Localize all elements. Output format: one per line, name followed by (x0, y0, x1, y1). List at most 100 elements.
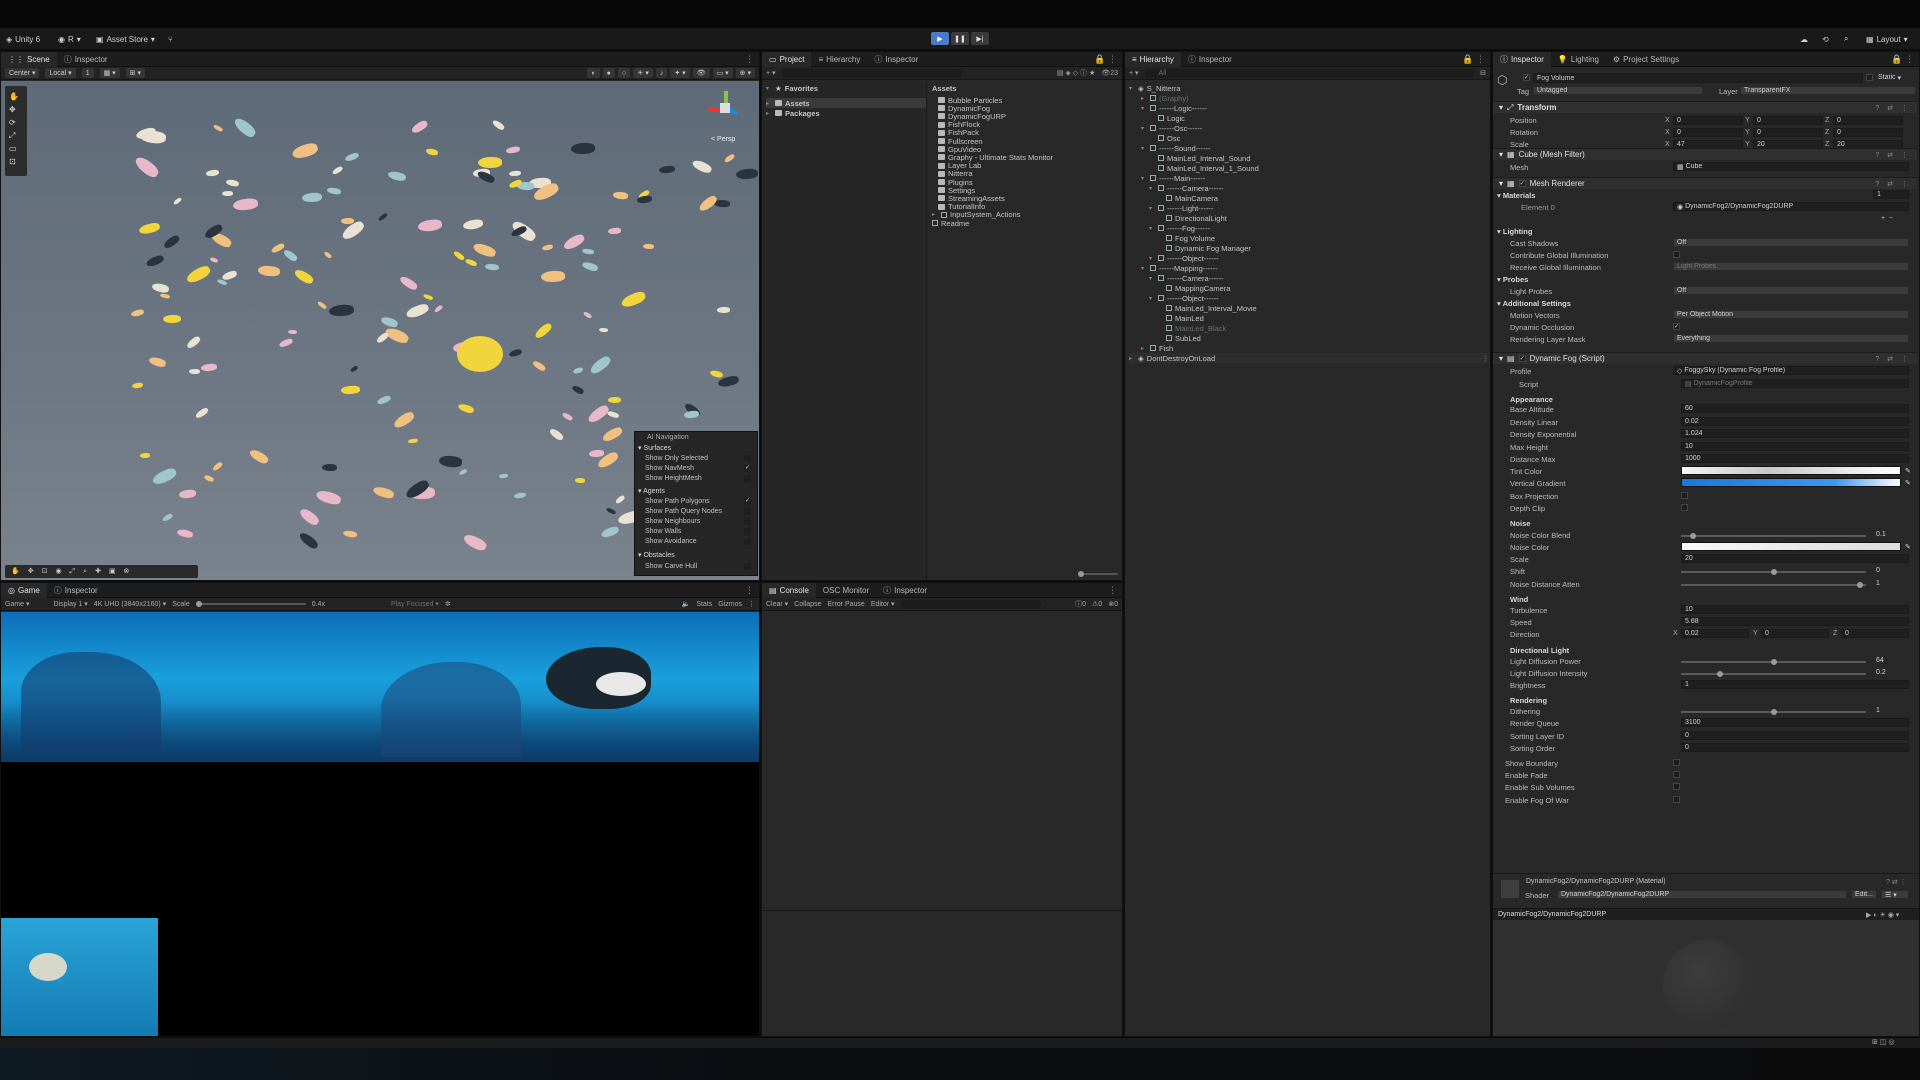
depth-clip-checkbox[interactable] (1681, 504, 1688, 511)
show-path-query-nodes-checkbox[interactable] (744, 508, 751, 515)
transform-position-z-field[interactable]: 0 (1833, 116, 1903, 125)
surfaces-header[interactable]: ▾ Surfaces (638, 444, 671, 452)
more-icon[interactable]: 🔒 ⋮ (1089, 54, 1122, 65)
density-linear-field[interactable]: 0.02 (1681, 417, 1909, 426)
shift-value[interactable]: 0 (1873, 566, 1880, 575)
box-proj-checkbox[interactable] (1681, 492, 1688, 499)
hierarchy-row[interactable]: MainLed_Black (1157, 323, 1226, 333)
turbulence-field[interactable]: 10 (1681, 605, 1909, 614)
direction-x-field[interactable]: 0.02 (1681, 629, 1749, 638)
hierarchy-row[interactable]: ▾ ------Mapping------ (1141, 263, 1218, 273)
game-mode-dropdown[interactable]: Game ▾ (5, 600, 30, 608)
lighting-toggle[interactable]: ☀ ▾ (633, 68, 653, 78)
shader-options-dropdown[interactable]: ☰ ▾ (1881, 890, 1909, 899)
shader-edit-button[interactable]: Edit... (1851, 890, 1877, 899)
overlay-toolbar[interactable]: ✋✥⊡◉⤢⌕✚▣⊗ (5, 565, 198, 578)
transform-position-x-field[interactable]: 0 (1673, 116, 1743, 125)
tab-inspector[interactable]: ⓘ Inspector (47, 583, 105, 598)
enable-fow-checkbox[interactable] (1673, 796, 1680, 803)
favorites-row[interactable]: ▾ ★ Favorites (766, 83, 818, 93)
slider-knob[interactable] (1771, 709, 1777, 715)
dynamic-fog-header[interactable]: ▾ ▤ ✓ Dynamic Fog (Script)? ⇄ ⋮ (1493, 352, 1917, 364)
object-name-field[interactable]: Fog Volume (1533, 73, 1863, 83)
audio-icon[interactable]: 🔈 (682, 600, 691, 608)
play-focused-dropdown[interactable]: Play Focused ▾ (391, 600, 439, 608)
hierarchy-row[interactable]: ▸ (Graphy) (1141, 93, 1189, 103)
show-walls[interactable]: Show Walls (645, 528, 681, 535)
tab-inspector[interactable]: ⓘ Inspector (57, 52, 115, 67)
preview-header[interactable]: DynamicFog2/DynamicFog2DURP ▶ ◐ ☀ ◉ ▾ (1493, 908, 1919, 920)
materials-count[interactable]: 1 (1873, 190, 1909, 199)
hierarchy-row[interactable]: MainLed_Interval_1_Sound (1149, 163, 1259, 173)
direction-y-field[interactable]: 0 (1761, 629, 1829, 638)
slider-knob[interactable] (1857, 582, 1864, 588)
show-only-selected[interactable]: Show Only Selected (645, 455, 708, 462)
draw-mode-button[interactable]: ◐ (587, 68, 600, 78)
shading-button[interactable]: ● (602, 68, 615, 78)
show-path-polygons[interactable]: Show Path Polygons (645, 498, 710, 505)
hierarchy-row[interactable]: ▾ ------Osc------ (1141, 123, 1202, 133)
game-viewport[interactable] (1, 612, 759, 1036)
enable-sub-checkbox[interactable] (1673, 783, 1680, 790)
additional-settings-foldout[interactable]: ▾ Additional Settings (1497, 299, 1571, 308)
static-checkbox[interactable] (1866, 74, 1873, 81)
settings-icon[interactable]: ✲ (445, 600, 451, 608)
show-path-polygons-checkbox[interactable]: ✓ (744, 498, 751, 505)
noise-atten-value[interactable]: 1 (1873, 579, 1880, 588)
tab-lighting[interactable]: 💡 Lighting (1551, 52, 1606, 67)
error-pause-button[interactable]: Error Pause (827, 601, 864, 608)
distance-max-field[interactable]: 1000 (1681, 454, 1909, 463)
search-input[interactable] (781, 68, 962, 78)
step-button[interactable]: ▶| (971, 32, 989, 45)
brightness-field[interactable]: 1 (1681, 680, 1909, 689)
noise-color-color-swatch[interactable] (1681, 542, 1901, 551)
account-button[interactable]: ◉ R ▾ (58, 28, 81, 50)
clear-button[interactable]: Clear ▾ (766, 600, 788, 608)
hierarchy-search-input[interactable]: All (1144, 68, 1475, 78)
mesh-field[interactable]: ▦ Cube (1673, 162, 1909, 171)
hierarchy-row[interactable]: Osc (1149, 133, 1180, 143)
mesh-renderer-enabled[interactable]: ✓ (1518, 180, 1526, 187)
gizmos-button[interactable]: Gizmos (718, 601, 742, 608)
noise-blend-slider[interactable] (1681, 533, 1866, 539)
agents-header[interactable]: ▾ Agents (638, 487, 665, 495)
projection-label[interactable]: < Persp (711, 136, 735, 143)
hierarchy-row[interactable]: SubLed (1157, 333, 1201, 343)
density-exp-field[interactable]: 1.024 (1681, 429, 1909, 438)
2d-button[interactable]: ○ (617, 68, 631, 78)
dithering-value[interactable]: 1 (1873, 706, 1880, 715)
rendering-layer-dropdown[interactable]: Everything (1673, 334, 1909, 343)
show-heightmesh[interactable]: Show HeightMesh (645, 475, 702, 482)
eyedropper-icon[interactable]: ✎ (1902, 466, 1911, 475)
show-navmesh-checkbox[interactable]: ✓ (744, 465, 751, 472)
transform-header[interactable]: ▾ ⤢ Transform? ⇄ ⋮ (1493, 101, 1917, 113)
tab-game[interactable]: ◎ Game (1, 583, 47, 598)
snap-button[interactable]: ⊞ ▾ (125, 68, 145, 78)
layout-dropdown[interactable]: ▦ Layout ▾ (1866, 28, 1908, 50)
hierarchy-row[interactable]: Dynamic Fog Manager (1157, 243, 1251, 253)
grid-snap-button[interactable]: ▦ ▾ (99, 68, 120, 78)
sorting-layer-field[interactable]: 0 (1681, 731, 1909, 740)
more-icon[interactable]: 🔒 ⋮ (1457, 54, 1490, 65)
transform-position-y-field[interactable]: 0 (1753, 116, 1823, 125)
static-dropdown[interactable]: Static ▾ (1875, 73, 1901, 82)
tab-hierarchy[interactable]: ≡ Hierarchy (1125, 52, 1181, 67)
show-neighbours-checkbox[interactable] (744, 518, 751, 525)
gizmos-button[interactable]: ⊕ ▾ (735, 68, 755, 78)
cloud-button[interactable]: ☁ (1800, 28, 1808, 50)
dynamic-fog-enabled[interactable]: ✓ (1518, 355, 1526, 362)
ldp-value[interactable]: 64 (1873, 656, 1884, 665)
scene-root-row[interactable]: ▾ ◈ S_Nitterra (1129, 83, 1181, 93)
material-preview-area[interactable] (1493, 920, 1919, 1036)
log-count[interactable]: ⓘ0 (1075, 599, 1086, 609)
sorting-order-field[interactable]: 0 (1681, 743, 1909, 752)
tab-inspector[interactable]: ⓘ Inspector (876, 583, 934, 598)
more-icon[interactable]: ⋮ (1482, 354, 1490, 363)
noise-blend-value[interactable]: 0.1 (1873, 530, 1886, 539)
material-menu-icons[interactable]: ? ⇄ ⋮ (1883, 877, 1907, 886)
editor-dropdown[interactable]: Editor ▾ (871, 600, 895, 608)
status-icons[interactable]: ⊞ ◫ ◎ (1872, 1038, 1894, 1046)
show-carve-hull-checkbox[interactable] (744, 563, 751, 570)
dithering-slider[interactable] (1681, 709, 1866, 715)
tab-inspector[interactable]: ⓘ Inspector (867, 52, 925, 67)
